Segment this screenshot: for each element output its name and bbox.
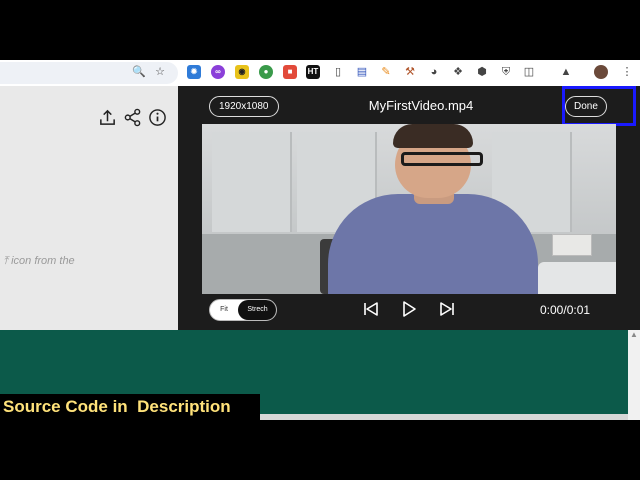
wall-panel [212,132,292,232]
zoom-icon[interactable]: 🔍 [132,65,146,79]
footer-strip [260,414,628,420]
timecode: 0:00/0:01 [540,303,591,317]
video-player[interactable] [202,124,616,294]
pen-icon[interactable]: ✎ [379,65,393,79]
video-shelf [552,234,592,256]
stretch-option[interactable]: Strech [238,300,276,320]
video-frame: 🔍 ☆ ✹ ∞ ◉ ● ■ HT ▯ ▤ ✎ ⚒ ◕ ❖ ⬢ ⛨ ◫ ▲ ⋮ ⤒… [0,0,640,480]
extension-icon[interactable]: ● [259,65,273,79]
link-icon[interactable]: ❖ [451,65,465,79]
info-icon[interactable] [148,108,167,127]
video-preview-modal: 1920x1080 MyFirstVideo.mp4 Done Fit Stre… [178,86,640,330]
share-icon[interactable] [123,108,142,127]
scroll-up-icon[interactable]: ▲ [630,330,638,339]
extension-icon[interactable]: ∞ [211,65,225,79]
person-body [328,194,538,294]
video-caption: Source Code in Description [0,394,260,420]
fit-option[interactable]: Fit [210,300,238,320]
person-hair [393,124,473,148]
play-icon[interactable] [400,300,418,318]
scrollbar[interactable] [628,330,640,420]
star-icon[interactable]: ☆ [153,65,167,79]
cube-icon[interactable]: ⬢ [475,65,489,79]
profile-avatar[interactable] [594,65,608,79]
extension-icon[interactable]: ◉ [235,65,249,79]
tools-icon[interactable]: ⚒ [403,65,417,79]
menu-kebab-icon[interactable]: ⋮ [620,65,634,79]
shield-icon[interactable]: ⛨ [499,65,513,79]
person-glasses [401,152,483,166]
resolution-badge[interactable]: 1920x1080 [209,96,279,117]
puzzle-icon[interactable]: ◫ [522,65,536,79]
skip-forward-icon[interactable] [438,300,456,318]
hint-text: e ⤒ icon from the l. [0,255,75,267]
compass-icon[interactable]: ◕ [427,65,441,79]
extension-icon[interactable]: ✹ [187,65,201,79]
address-bar[interactable] [0,62,178,84]
ht-extension-icon[interactable]: HT [306,65,320,79]
video-laptop [538,262,616,294]
incognito-icon[interactable]: ▲ [559,65,573,79]
extension-icon[interactable]: ▤ [355,65,369,79]
fit-stretch-toggle[interactable]: Fit Strech [209,299,277,321]
playback-controls [362,300,456,318]
file-name-title: MyFirstVideo.mp4 [368,98,474,113]
bookmark-icon[interactable]: ▯ [331,65,345,79]
editor-panel: e ⤒ icon from the l. [0,86,178,330]
extension-icon[interactable]: ■ [283,65,297,79]
panel-actions [98,108,167,127]
upload-icon[interactable] [98,108,117,127]
done-button[interactable]: Done [565,96,607,117]
skip-back-icon[interactable] [362,300,380,318]
browser-toolbar: 🔍 ☆ ✹ ∞ ◉ ● ■ HT ▯ ▤ ✎ ⚒ ◕ ❖ ⬢ ⛨ ◫ ▲ ⋮ [0,60,640,86]
